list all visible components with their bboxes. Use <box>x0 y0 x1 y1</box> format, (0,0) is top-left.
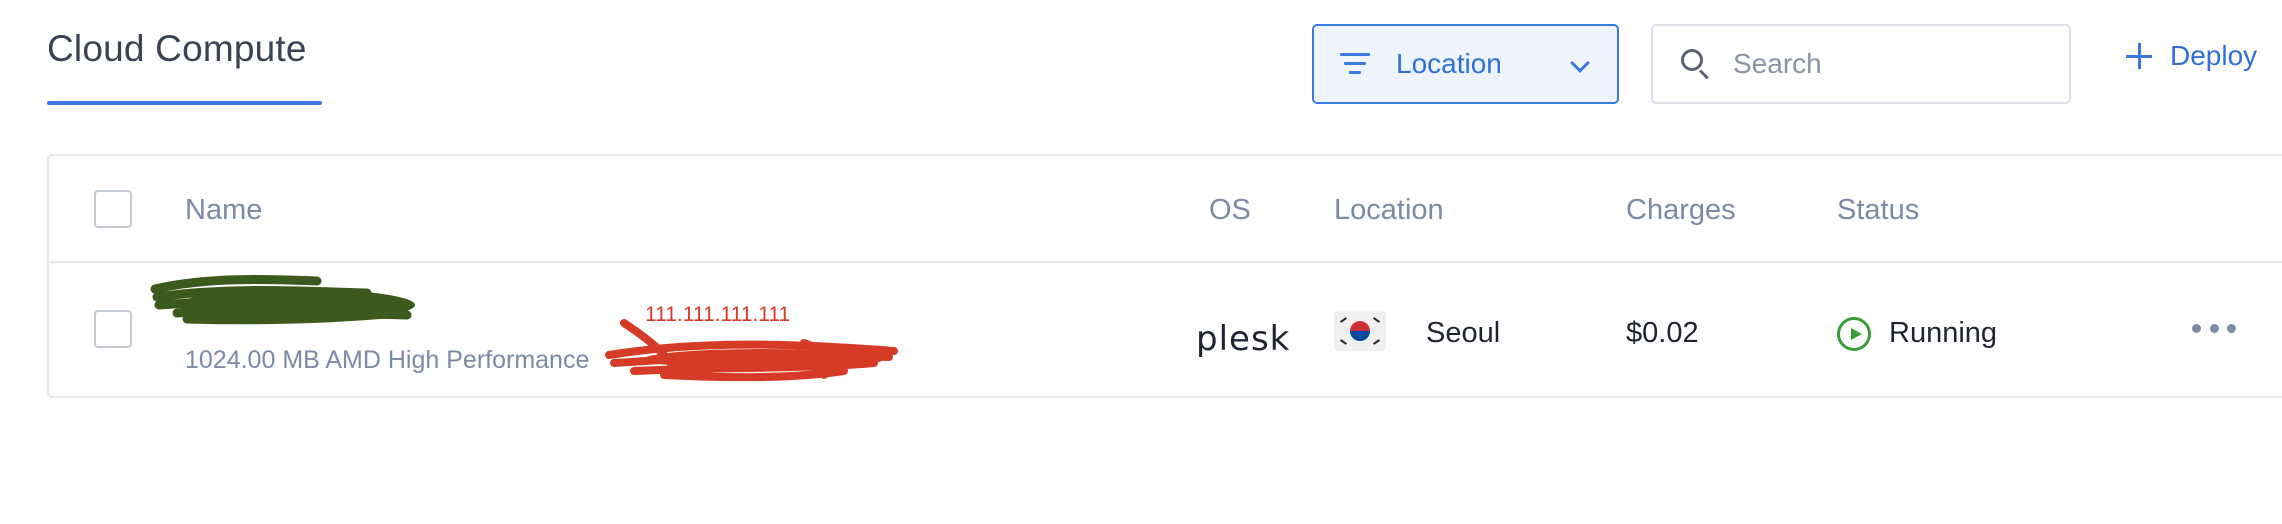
deploy-button[interactable]: Deploy <box>2126 40 2257 72</box>
column-header-os[interactable]: OS <box>1209 194 1251 227</box>
location-filter-label: Location <box>1396 48 1502 79</box>
south-korea-flag-icon <box>1334 311 1386 351</box>
location-filter-button[interactable]: Location <box>1312 24 1619 104</box>
table-row[interactable]: 1024.00 MB AMD High Performance 111.111.… <box>49 263 2282 398</box>
column-header-status[interactable]: Status <box>1837 194 1919 227</box>
more-options-icon[interactable] <box>2192 321 2236 335</box>
column-header-name[interactable]: Name <box>185 194 262 227</box>
active-tab-underline <box>47 101 322 105</box>
name-redaction-scribble <box>150 274 415 325</box>
column-header-location[interactable]: Location <box>1334 194 1444 227</box>
filter-icon <box>1340 53 1370 75</box>
instance-plan: 1024.00 MB AMD High Performance <box>185 346 590 374</box>
page-title: Cloud Compute <box>47 28 307 69</box>
instance-status: Running <box>1889 317 1998 349</box>
chevron-down-icon <box>1570 53 1590 73</box>
search-icon <box>1681 49 1711 80</box>
row-checkbox[interactable] <box>94 310 132 348</box>
play-circle-icon <box>1837 317 1871 351</box>
deploy-label: Deploy <box>2170 40 2258 71</box>
column-header-charges[interactable]: Charges <box>1626 194 1736 227</box>
search-box[interactable] <box>1651 24 2071 104</box>
instance-charges: $0.02 <box>1626 317 1699 349</box>
instance-location: Seoul <box>1426 317 1501 349</box>
instances-table: Name OS Location Charges Status 1024.00 … <box>47 154 2282 398</box>
os-name: plesk <box>1196 319 1291 359</box>
ip-redaction-scribble <box>605 319 898 382</box>
search-input[interactable] <box>1733 48 2053 80</box>
table-header: Name OS Location Charges Status <box>49 156 2282 263</box>
select-all-checkbox[interactable] <box>94 190 132 228</box>
plus-icon <box>2126 43 2152 69</box>
